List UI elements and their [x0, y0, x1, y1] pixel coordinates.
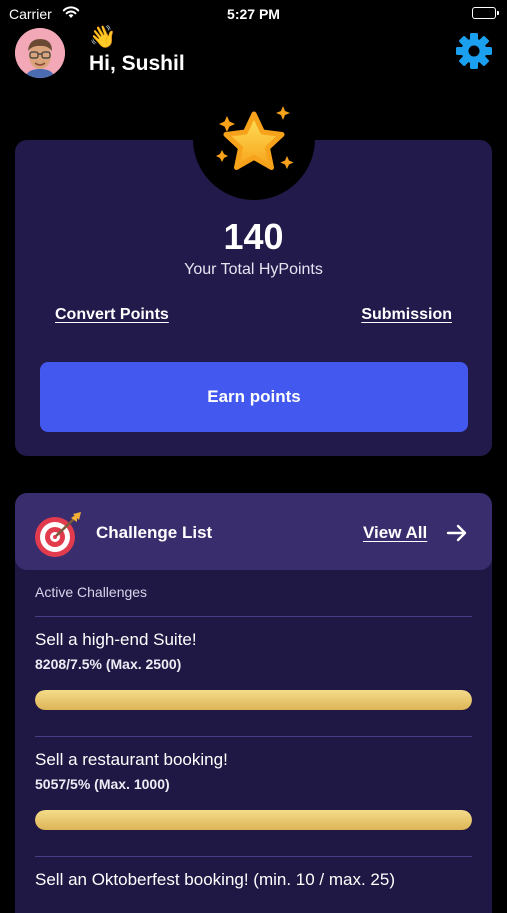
wave-emoji-icon: 👋 — [89, 24, 117, 49]
earn-points-button[interactable]: Earn points — [40, 362, 468, 432]
active-challenges-label: Active Challenges — [35, 584, 148, 600]
progress-bar — [35, 690, 472, 710]
gear-icon[interactable] — [455, 32, 493, 70]
submission-link[interactable]: Submission — [361, 306, 452, 324]
battery-icon — [472, 7, 499, 19]
arrow-right-icon[interactable] — [445, 521, 469, 545]
progress-bar-fill — [35, 810, 472, 830]
challenge-card: Challenge List View All Active Challenge… — [15, 493, 492, 913]
total-points-value: 140 — [223, 216, 284, 257]
total-points-label: Your Total HyPoints — [184, 261, 323, 278]
status-time: 5:27 PM — [227, 6, 280, 22]
memoji-avatar-icon — [15, 28, 65, 78]
target-icon — [35, 512, 81, 557]
challenge-details: 5057/5% (Max. 1000) — [35, 776, 170, 792]
divider — [35, 616, 472, 617]
convert-points-link[interactable]: Convert Points — [55, 306, 169, 324]
challenge-list-title: Challenge List — [96, 523, 213, 542]
divider — [35, 856, 472, 857]
star-badge — [193, 98, 315, 200]
progress-bar-fill — [35, 690, 472, 710]
divider — [35, 736, 472, 737]
challenge-header: Challenge List View All — [15, 493, 492, 570]
challenge-title: Sell a restaurant booking! — [35, 750, 228, 769]
challenge-title: Sell an Oktoberfest booking! (min. 10 / … — [35, 870, 396, 889]
points-card: 140 Your Total HyPoints Convert Points S… — [15, 98, 492, 456]
avatar[interactable] — [15, 28, 65, 78]
progress-bar — [35, 810, 472, 830]
challenge-details: 8208/7.5% (Max. 2500) — [35, 656, 182, 672]
status-bar: Carrier 5:27 PM — [0, 0, 507, 28]
view-all-link[interactable]: View All — [363, 523, 427, 543]
star-icon — [216, 106, 294, 170]
header: 👋 Hi, Sushil — [0, 24, 507, 92]
greeting-text: Hi, Sushil — [89, 52, 185, 75]
challenge-title: Sell a high-end Suite! — [35, 630, 197, 649]
